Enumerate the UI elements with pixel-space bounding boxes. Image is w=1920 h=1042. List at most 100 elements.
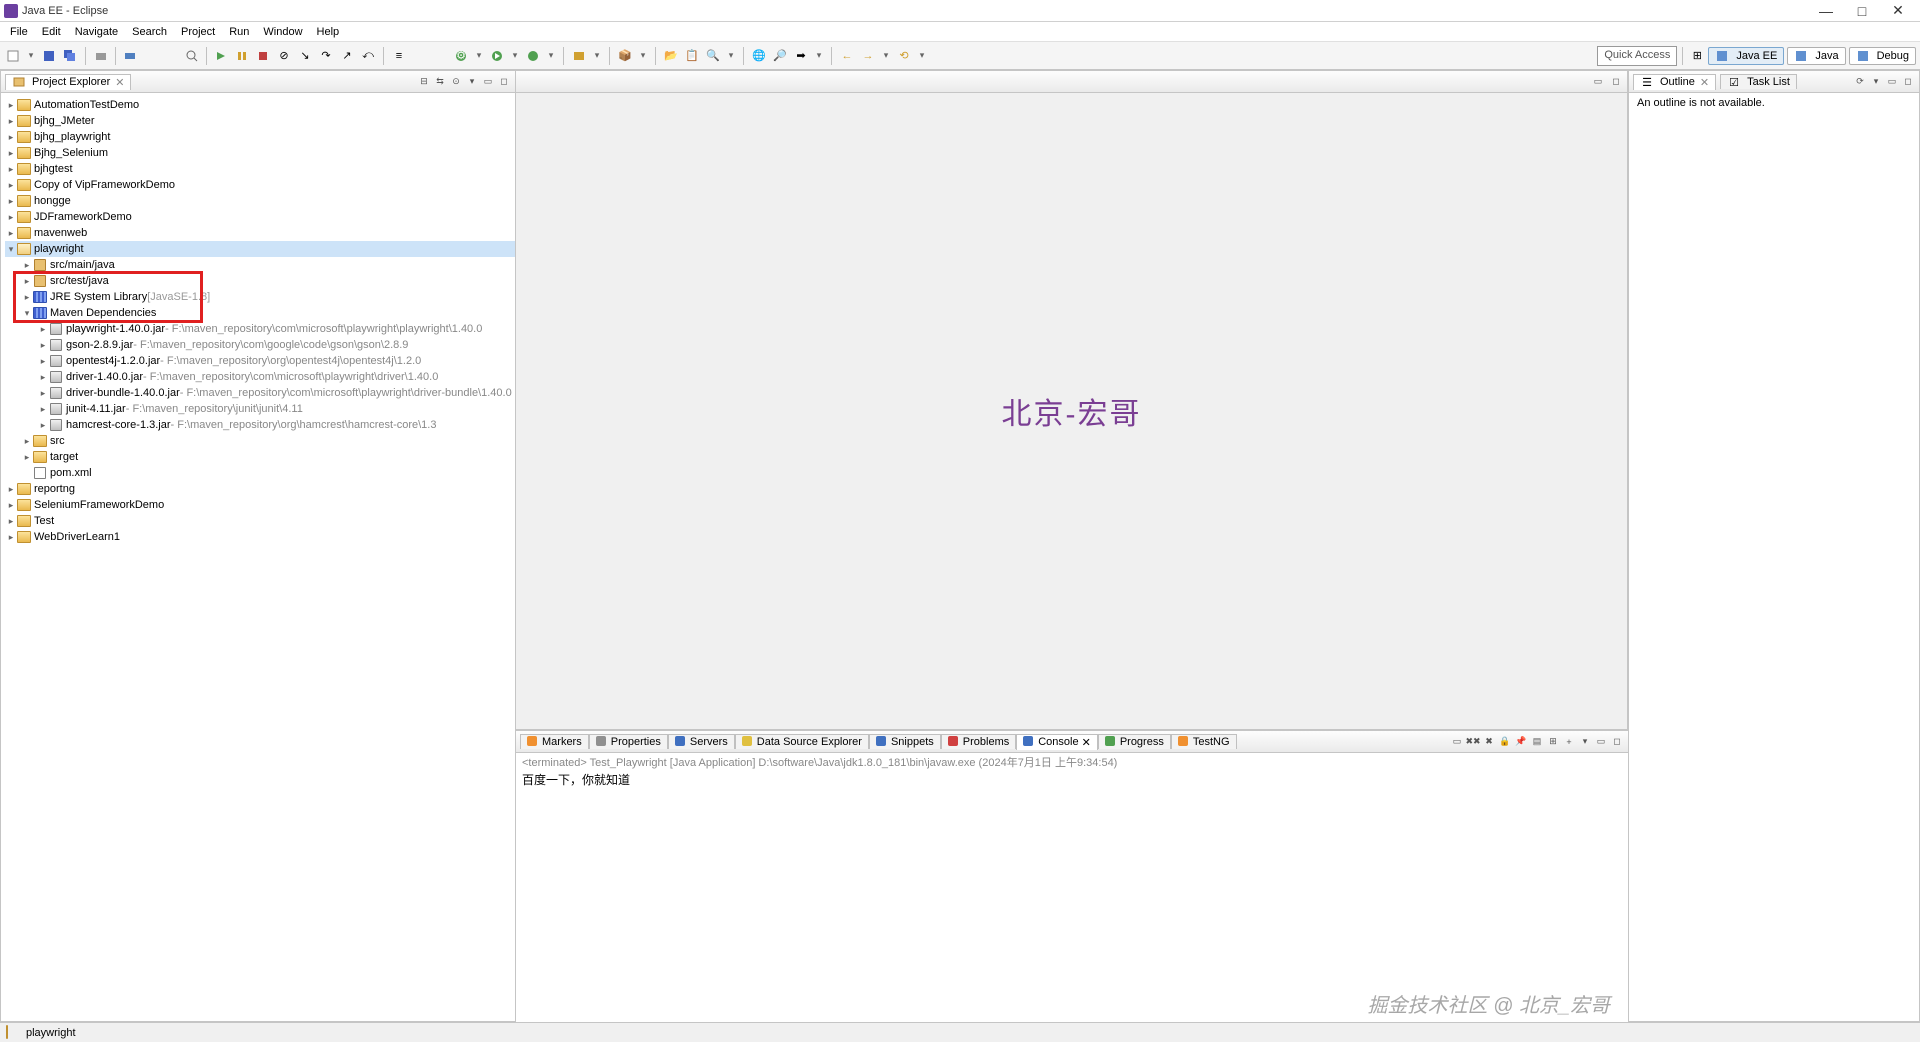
search-2-icon[interactable]: 🔍	[704, 47, 722, 65]
console-clear-icon[interactable]: ▭	[1450, 735, 1464, 749]
save-icon[interactable]	[40, 47, 58, 65]
perspective-java-ee[interactable]: Java EE	[1708, 47, 1784, 65]
tree-row[interactable]: ▸driver-1.40.0.jar - F:\maven_repository…	[5, 369, 515, 385]
minimize-button[interactable]: —	[1808, 1, 1844, 21]
nav-next-icon[interactable]: ➡	[792, 47, 810, 65]
menu-run[interactable]: Run	[223, 25, 255, 39]
menu-search[interactable]: Search	[126, 25, 173, 39]
project-tree[interactable]: ▸AutomationTestDemo▸bjhg_JMeter▸bjhg_pla…	[1, 93, 515, 549]
tree-row[interactable]: ▸bjhg_playwright	[5, 129, 515, 145]
resume-icon[interactable]	[212, 47, 230, 65]
open-type-icon[interactable]: 📂	[662, 47, 680, 65]
tree-row[interactable]: pom.xml	[5, 465, 515, 481]
console-tab-servers[interactable]: Servers	[668, 734, 735, 749]
console-tab-console[interactable]: Console✕	[1016, 734, 1098, 750]
step-filter-icon[interactable]: ≡	[390, 47, 408, 65]
console-min-icon[interactable]: ▭	[1594, 735, 1608, 749]
tree-row[interactable]: ▸reportng	[5, 481, 515, 497]
tree-row[interactable]: ▸gson-2.8.9.jar - F:\maven_repository\co…	[5, 337, 515, 353]
open-perspective-icon[interactable]: ⊞	[1688, 47, 1706, 65]
outline-menu-icon[interactable]: ▾	[1869, 75, 1883, 89]
tree-row[interactable]: ▸hamcrest-core-1.3.jar - F:\maven_reposi…	[5, 417, 515, 433]
tree-row[interactable]: ▸bjhg_JMeter	[5, 113, 515, 129]
view-menu-icon[interactable]: ▾	[465, 75, 479, 89]
focus-icon[interactable]: ⊙	[449, 75, 463, 89]
quick-access-input[interactable]: Quick Access	[1597, 46, 1677, 66]
forward-icon[interactable]: →	[859, 47, 877, 65]
console-drop-icon[interactable]: ▾	[1578, 735, 1592, 749]
dropdown-icon[interactable]: ▾	[25, 50, 37, 62]
console-display-icon[interactable]: ▤	[1530, 735, 1544, 749]
step-into-icon[interactable]: ↘	[296, 47, 314, 65]
menu-file[interactable]: File	[4, 25, 34, 39]
tree-row[interactable]: ▸hongge	[5, 193, 515, 209]
tree-row[interactable]: ▸junit-4.11.jar - F:\maven_repository\ju…	[5, 401, 515, 417]
console-remove-icon[interactable]: ✖	[1482, 735, 1496, 749]
minimize-view-icon[interactable]: ▭	[481, 75, 495, 89]
tree-row[interactable]: ▸Copy of VipFrameworkDemo	[5, 177, 515, 193]
debug-icon[interactable]: ⚙	[452, 47, 470, 65]
editor-minimize-icon[interactable]: ▭	[1591, 75, 1605, 89]
task-list-tab[interactable]: ☑ Task List	[1720, 74, 1797, 89]
tree-row[interactable]: ▾playwright	[5, 241, 515, 257]
step-return-icon[interactable]: ↗	[338, 47, 356, 65]
run-icon[interactable]	[488, 47, 506, 65]
link-editor-icon[interactable]: ⇆	[433, 75, 447, 89]
chevron-down-icon[interactable]: ▾	[5, 243, 17, 255]
toggle-breadcrumb-icon[interactable]	[121, 47, 139, 65]
new-icon[interactable]	[4, 47, 22, 65]
tree-row[interactable]: ▸JDFrameworkDemo	[5, 209, 515, 225]
tree-row[interactable]: ▸JRE System Library [JavaSE-1.8]	[5, 289, 515, 305]
menu-window[interactable]: Window	[257, 25, 308, 39]
perspective-java[interactable]: Java	[1787, 47, 1845, 65]
open-task-icon[interactable]: 📋	[683, 47, 701, 65]
maximize-view-icon[interactable]: ◻	[497, 75, 511, 89]
console-new-icon[interactable]: +	[1562, 735, 1576, 749]
tree-row[interactable]: ▾Maven Dependencies	[5, 305, 515, 321]
tree-row[interactable]: ▸WebDriverLearn1	[5, 529, 515, 545]
menu-edit[interactable]: Edit	[36, 25, 67, 39]
tree-row[interactable]: ▸SeleniumFrameworkDemo	[5, 497, 515, 513]
close-icon[interactable]: ✕	[115, 76, 124, 89]
drop-frame-icon[interactable]: ⤺	[359, 47, 377, 65]
console-tab-snippets[interactable]: Snippets	[869, 734, 941, 749]
console-remove-all-icon[interactable]: ✖✖	[1466, 735, 1480, 749]
outline-max-icon[interactable]: ◻	[1901, 75, 1915, 89]
last-edit-icon[interactable]: ⟲	[895, 47, 913, 65]
outline-min-icon[interactable]: ▭	[1885, 75, 1899, 89]
globe-icon[interactable]: 🌐	[750, 47, 768, 65]
tree-row[interactable]: ▸opentest4j-1.2.0.jar - F:\maven_reposit…	[5, 353, 515, 369]
outline-sync-icon[interactable]: ⟳	[1853, 75, 1867, 89]
tree-row[interactable]: ▸bjhgtest	[5, 161, 515, 177]
close-icon[interactable]: ✕	[1700, 76, 1709, 89]
tree-row[interactable]: ▸src/main/java	[5, 257, 515, 273]
tree-row[interactable]: ▸src/test/java	[5, 273, 515, 289]
tree-row[interactable]: ▸Bjhg_Selenium	[5, 145, 515, 161]
terminate-icon[interactable]	[254, 47, 272, 65]
menu-project[interactable]: Project	[175, 25, 221, 39]
console-tab-data-source-explorer[interactable]: Data Source Explorer	[735, 734, 869, 749]
print-icon[interactable]	[92, 47, 110, 65]
tree-row[interactable]: ▸target	[5, 449, 515, 465]
back-icon[interactable]: ←	[838, 47, 856, 65]
save-all-icon[interactable]	[61, 47, 79, 65]
new-server-icon[interactable]	[570, 47, 588, 65]
console-tab-problems[interactable]: Problems	[941, 734, 1016, 749]
console-output[interactable]: 百度一下，你就知道	[516, 769, 1628, 1022]
console-tab-testng[interactable]: TestNG	[1171, 734, 1237, 749]
run-last-icon[interactable]	[524, 47, 542, 65]
new-pkg-icon[interactable]: 📦	[616, 47, 634, 65]
outline-tab[interactable]: ☰ Outline ✕	[1633, 74, 1716, 90]
tree-row[interactable]: ▸Test	[5, 513, 515, 529]
step-over-icon[interactable]: ↷	[317, 47, 335, 65]
editor-maximize-icon[interactable]: ◻	[1609, 75, 1623, 89]
console-pin-icon[interactable]: 📌	[1514, 735, 1528, 749]
tree-row[interactable]: ▸mavenweb	[5, 225, 515, 241]
tree-row[interactable]: ▸AutomationTestDemo	[5, 97, 515, 113]
tree-row[interactable]: ▸src	[5, 433, 515, 449]
disconnect-icon[interactable]: ⊘	[275, 47, 293, 65]
search-icon[interactable]	[183, 47, 201, 65]
chevron-down-icon[interactable]: ▾	[21, 307, 33, 319]
close-icon[interactable]: ✕	[1082, 736, 1091, 749]
console-tab-properties[interactable]: Properties	[589, 734, 668, 749]
